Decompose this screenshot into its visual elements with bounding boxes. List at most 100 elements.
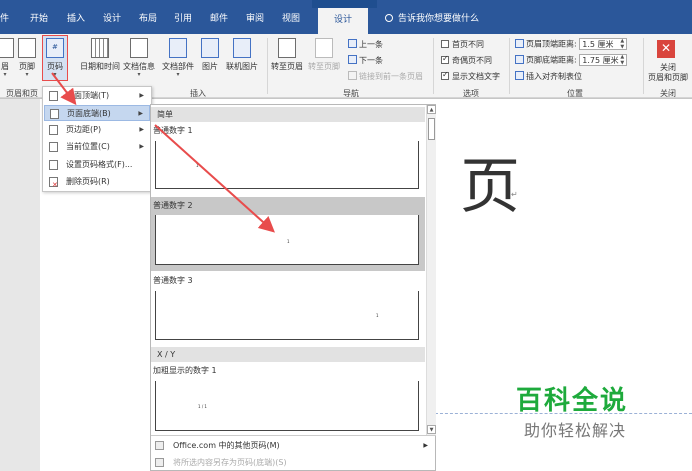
save-selection-as-page-number[interactable]: 将所选内容另存为页码(底端)(S) [151, 454, 436, 471]
tab-file[interactable]: 件 [0, 11, 9, 24]
arrow-down-icon [348, 55, 357, 64]
gallery-footer-divider [151, 435, 436, 436]
chevron-right-icon: ▶ [423, 442, 428, 449]
thumb-page-number: 1 [376, 313, 379, 318]
goto-header-icon [278, 38, 296, 58]
format-page-number-icon [49, 160, 58, 170]
arrow-up-icon [348, 39, 357, 48]
chevron-down-icon: ▾ [3, 71, 7, 78]
header-button[interactable]: 眉 ▾ [0, 38, 14, 78]
tab-review[interactable]: 审阅 [246, 11, 264, 24]
tab-hf-design[interactable]: 设计 [318, 8, 369, 34]
save-selection-label: 将所选内容另存为页码(底端)(S) [173, 458, 287, 467]
close-label-2[interactable]: 页眉和页脚 [648, 72, 688, 83]
next-button[interactable]: 下一条 [348, 55, 383, 66]
chevron-down-icon: ▾ [137, 71, 141, 78]
header-button-label: 眉 [1, 62, 9, 71]
footer-bottom-input[interactable]: 1.75 厘米 ▲ ▼ [579, 54, 628, 66]
chevron-right-icon: ▶ [139, 92, 144, 99]
office-more-page-numbers[interactable]: Office.com 中的其他页码(M) ▶ [151, 437, 436, 454]
watermark-subtitle: 助你轻松解决 [524, 421, 627, 440]
gallery-section-simple: 简单 [151, 107, 425, 122]
spin-arrows-icon[interactable]: ▲ ▼ [620, 38, 624, 50]
menu-item-remove[interactable]: 删除页码(R) [44, 174, 150, 193]
header-top-row: 页眉顶端距离: 1.5 厘米 ▲ ▼ [515, 38, 628, 50]
gallery-item-plain-1[interactable]: 普通数字 1 1 [151, 123, 425, 195]
gallery-thumbnail: 1 [155, 291, 419, 340]
gallery-scrollbar[interactable]: ▲ ▼ [426, 105, 436, 435]
scroll-thumb[interactable] [428, 118, 435, 140]
quick-parts-button[interactable]: 文档部件 ▾ [162, 38, 194, 78]
menu-item-label: 当前位置(C) [66, 142, 110, 151]
insert-align-tab-button[interactable]: 插入对齐制表位 [515, 71, 582, 82]
ribbon-separator [643, 38, 644, 94]
show-doc-text-checkbox[interactable]: 显示文档文字 [441, 70, 500, 82]
tab-insert[interactable]: 插入 [67, 11, 85, 24]
page-number-menu: 页面顶端(T) ▶ 页面底端(B) ▶ 页边距(P) ▶ 当前位置(C) ▶ 设置页码格… [42, 86, 152, 193]
menu-item-label: 页面顶端(T) [66, 91, 110, 100]
tab-view[interactable]: 视图 [282, 11, 300, 24]
tab-layout[interactable]: 布局 [139, 11, 157, 24]
checkbox-icon [441, 40, 449, 48]
header-icon [0, 38, 14, 58]
prev-button[interactable]: 上一条 [348, 39, 383, 50]
pictures-button[interactable]: 图片 [201, 38, 219, 72]
ribbon-separator [509, 38, 510, 94]
gallery-item-label: 普通数字 1 [153, 126, 193, 135]
menu-item-label: 页边距(P) [66, 125, 102, 134]
doc-info-label: 文档信息 [123, 62, 155, 71]
scroll-up-icon[interactable]: ▲ [427, 105, 436, 114]
footer-button[interactable]: 页脚 ▾ [18, 38, 36, 78]
gallery-item-label: 普通数字 2 [153, 201, 193, 210]
menu-item-page-margin[interactable]: 页边距(P) ▶ [44, 122, 150, 138]
context-header [312, 0, 377, 8]
date-time-button[interactable]: 日期和时间 [80, 38, 120, 72]
tab-mailings[interactable]: 邮件 [210, 11, 228, 24]
group-nav-label: 导航 [343, 89, 359, 98]
menu-item-current-position[interactable]: 当前位置(C) ▶ [44, 139, 150, 155]
gallery-thumbnail: 1 [155, 215, 419, 265]
title-tab-bar: 件 开始 插入 设计 布局 引用 邮件 审阅 视图 设计 告诉我你想要做什么 [0, 0, 692, 34]
tab-home[interactable]: 开始 [30, 11, 48, 24]
menu-item-page-bottom[interactable]: 页面底端(B) ▶ [44, 105, 150, 121]
save-selection-icon [155, 458, 164, 467]
show-doc-text-label: 显示文档文字 [452, 72, 500, 81]
page-top-icon [49, 91, 58, 101]
tab-design[interactable]: 设计 [103, 11, 121, 24]
page-margin-icon [49, 125, 58, 135]
diff-odd-even-label: 奇偶页不同 [452, 56, 492, 65]
menu-item-label: 删除页码(R) [66, 177, 110, 186]
chevron-down-icon: ▾ [176, 71, 180, 78]
spin-arrows-icon[interactable]: ▲ ▼ [620, 54, 624, 66]
gallery-thumbnail: 1 / 1 [155, 381, 419, 431]
next-label: 下一条 [359, 56, 383, 65]
chevron-right-icon: ▶ [138, 110, 143, 117]
document-text: 页 [460, 152, 520, 222]
diff-first-checkbox[interactable]: 首页不同 [441, 39, 484, 50]
gallery-item-bold-1[interactable]: 加粗显示的数字 1 1 / 1 [151, 363, 425, 435]
scroll-down-icon[interactable]: ▼ [427, 425, 436, 434]
tab-references[interactable]: 引用 [174, 11, 192, 24]
goto-footer-button[interactable]: 转至页脚 [308, 38, 340, 72]
diff-odd-even-checkbox[interactable]: 奇偶页不同 [441, 54, 492, 66]
tell-me-box[interactable]: 告诉我你想要做什么 [385, 11, 479, 24]
link-prev-button[interactable]: 链接到前一条页眉 [348, 71, 423, 82]
globe-picture-icon [233, 38, 251, 58]
page-number-icon: # [46, 38, 64, 58]
watermark-title: 百科全说 [516, 386, 629, 416]
header-top-input[interactable]: 1.5 厘米 ▲ ▼ [579, 38, 628, 50]
close-hf-icon[interactable]: ✕ [657, 40, 675, 58]
goto-header-button[interactable]: 转至页眉 [271, 38, 303, 72]
group-close-label: 关闭 [660, 89, 676, 98]
page-number-button[interactable]: # 页码 ▾ [42, 35, 68, 81]
online-pictures-button[interactable]: 联机图片 [226, 38, 258, 72]
thumb-page-number: 1 [287, 239, 290, 244]
doc-info-button[interactable]: 文档信息 ▾ [123, 38, 155, 78]
menu-item-format[interactable]: 设置页码格式(F)... [44, 157, 150, 173]
gallery-item-plain-2[interactable]: 普通数字 2 1 [151, 197, 425, 271]
tell-me-label: 告诉我你想要做什么 [398, 14, 480, 24]
header-top-icon [515, 38, 524, 48]
chevron-right-icon: ▶ [139, 143, 144, 150]
menu-item-page-top[interactable]: 页面顶端(T) ▶ [44, 88, 150, 104]
gallery-item-plain-3[interactable]: 普通数字 3 1 [151, 273, 425, 345]
